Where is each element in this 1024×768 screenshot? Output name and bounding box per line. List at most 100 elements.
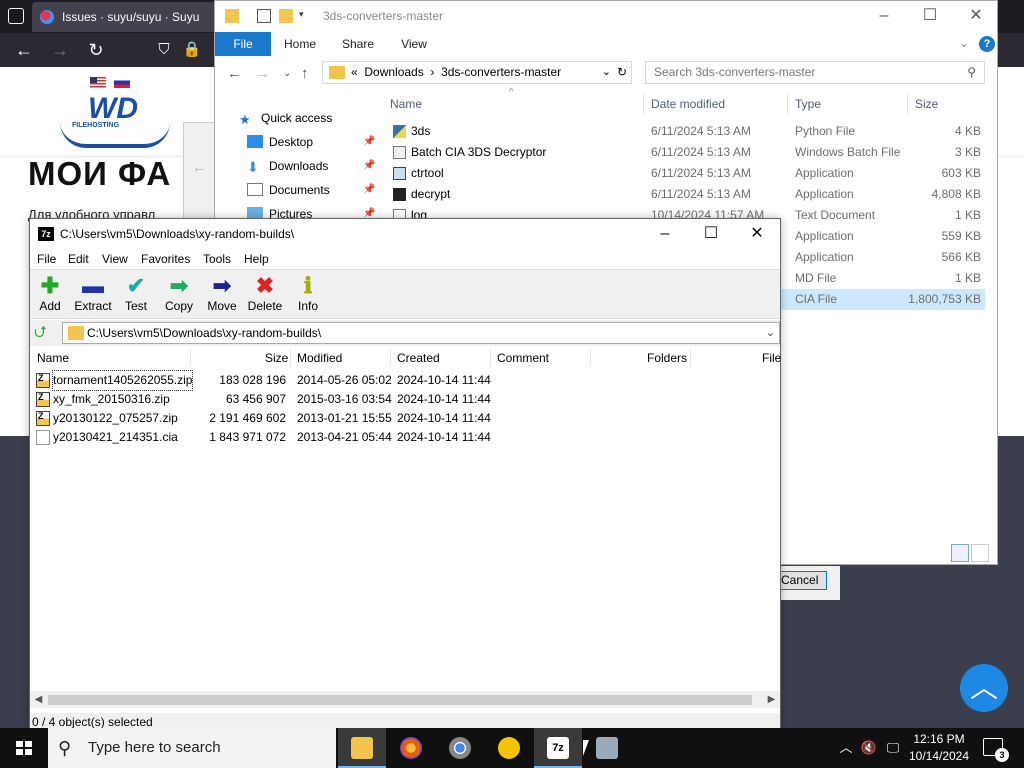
ru-flag-icon[interactable]: [114, 77, 130, 88]
file-row[interactable]: decrypt 6/11/2024 5:13 AM Application 4,…: [387, 184, 985, 205]
start-button[interactable]: [0, 728, 48, 768]
shield-icon[interactable]: ⛉: [152, 38, 176, 62]
reload-icon[interactable]: ↻: [84, 38, 108, 62]
horizontal-scrollbar[interactable]: ◀ ▶: [30, 691, 780, 708]
customize-quick-access-icon[interactable]: ▾: [299, 9, 313, 23]
show-hidden-icons[interactable]: ︿: [838, 728, 854, 768]
7zip-icon: 7z: [547, 737, 569, 759]
7zip-path-input[interactable]: C:\Users\vm5\Downloads\xy-random-builds\…: [62, 322, 780, 344]
delete-button[interactable]: ✖ Delete: [243, 273, 287, 317]
menu-help[interactable]: Help: [244, 249, 269, 269]
breadcrumb-overflow[interactable]: «: [351, 65, 358, 79]
close-icon[interactable]: ✕: [953, 5, 999, 27]
forward-icon[interactable]: →: [48, 38, 72, 62]
column-name[interactable]: Name: [390, 97, 422, 111]
breadcrumb-downloads[interactable]: Downloads: [364, 65, 423, 79]
menu-view[interactable]: View: [102, 249, 128, 269]
archive-row[interactable]: y20130421_214351.cia 1 843 971 072 2013-…: [30, 428, 780, 447]
column-comment[interactable]: Comment: [497, 348, 549, 368]
up-icon[interactable]: ↑: [301, 65, 309, 82]
pin-icon[interactable]: 📌: [363, 179, 375, 201]
taskbar-firefox[interactable]: [387, 728, 435, 768]
details-view-icon[interactable]: [951, 544, 969, 562]
column-created[interactable]: Created: [397, 348, 440, 368]
archive-row[interactable]: Z xy_fmk_20150316.zip 63 456 907 2015-03…: [30, 390, 780, 409]
nav-item-quick-access[interactable]: ★ Quick access: [239, 107, 332, 129]
column-size[interactable]: Size: [915, 97, 938, 111]
site-logo[interactable]: WD FILEHOSTING: [60, 92, 170, 152]
new-folder-icon[interactable]: [279, 9, 293, 23]
column-size[interactable]: Size: [265, 348, 288, 368]
minimize-icon[interactable]: –: [642, 219, 688, 249]
chevron-down-icon[interactable]: ⌄: [766, 323, 775, 343]
address-bar[interactable]: « Downloads › 3ds-converters-master ⌄ ↻: [322, 61, 632, 84]
network-icon[interactable]: 🖵: [884, 728, 902, 768]
chevron-down-icon[interactable]: ⌄: [602, 62, 611, 83]
nav-item-desktop[interactable]: Desktop 📌: [247, 131, 375, 153]
taskbar-yellow-app[interactable]: [485, 728, 533, 768]
scroll-left-icon[interactable]: ◀: [30, 691, 47, 708]
minimize-icon[interactable]: –: [861, 5, 907, 27]
file-row[interactable]: Batch CIA 3DS Decryptor 6/11/2024 5:13 A…: [387, 142, 985, 163]
close-icon[interactable]: ✕: [734, 219, 780, 249]
pin-icon[interactable]: 📌: [363, 155, 375, 177]
column-type[interactable]: Type: [795, 97, 821, 111]
lock-icon[interactable]: 🔒: [180, 38, 204, 62]
refresh-icon[interactable]: ↻: [617, 62, 627, 83]
browser-tab[interactable]: Issues · suyu/suyu · Suyu: [32, 2, 222, 32]
cancel-button[interactable]: Cancel: [779, 571, 827, 590]
volume-muted-icon[interactable]: 🔇: [860, 728, 878, 768]
maximize-icon[interactable]: ☐: [907, 5, 953, 27]
column-folders[interactable]: Folders: [647, 348, 687, 368]
extract-button[interactable]: ▬ Extract: [71, 273, 115, 317]
column-date-modified[interactable]: Date modified: [651, 97, 725, 111]
properties-icon[interactable]: [257, 9, 271, 23]
recent-locations-icon[interactable]: ⌄: [283, 68, 291, 79]
taskbar-file-explorer[interactable]: [338, 728, 386, 768]
us-flag-icon[interactable]: [90, 77, 106, 88]
info-button[interactable]: ℹ Info: [286, 273, 330, 317]
ribbon-tab-view[interactable]: View: [391, 32, 437, 56]
ribbon-tab-home[interactable]: Home: [277, 32, 323, 56]
menu-edit[interactable]: Edit: [68, 249, 89, 269]
menu-file[interactable]: File: [37, 249, 56, 269]
taskbar-search-input[interactable]: ⚲ Type here to search: [48, 728, 336, 768]
test-button[interactable]: ✔ Test: [114, 273, 158, 317]
menu-tools[interactable]: Tools: [203, 249, 231, 269]
explorer-search-input[interactable]: Search 3ds-converters-master ⚲: [645, 61, 985, 84]
scroll-to-top-button[interactable]: ︿: [960, 664, 1008, 712]
ribbon-tab-file[interactable]: File: [215, 32, 271, 56]
taskbar-chrome[interactable]: [436, 728, 484, 768]
move-button[interactable]: ➡ Move: [200, 273, 244, 317]
pin-icon[interactable]: 📌: [363, 131, 375, 153]
clock[interactable]: 12:16 PM 10/14/2024: [904, 731, 974, 765]
up-folder-icon[interactable]: ⮍: [34, 324, 52, 342]
add-button[interactable]: ✚ Add: [28, 273, 72, 317]
forward-icon[interactable]: →: [255, 65, 270, 82]
menu-favorites[interactable]: Favorites: [141, 249, 190, 269]
maximize-icon[interactable]: ☐: [688, 219, 734, 249]
chevron-down-icon[interactable]: ⌄: [959, 36, 969, 50]
tab-list-icon[interactable]: [8, 8, 24, 24]
help-icon[interactable]: ?: [979, 36, 995, 52]
column-name[interactable]: Name: [37, 348, 69, 368]
column-files[interactable]: File: [762, 348, 781, 368]
file-row[interactable]: 3ds 6/11/2024 5:13 AM Python File 4 KB: [387, 121, 985, 142]
archive-row[interactable]: Z tornament1405262055.zip 183 028 196 20…: [30, 370, 780, 391]
copy-button[interactable]: ➡ Copy: [157, 273, 201, 317]
scrollbar-thumb[interactable]: [48, 695, 752, 705]
back-icon[interactable]: ←: [12, 38, 36, 62]
scroll-right-icon[interactable]: ▶: [763, 691, 780, 708]
nav-item-downloads[interactable]: ⬇ Downloads 📌: [247, 155, 375, 177]
ribbon-tab-share[interactable]: Share: [335, 32, 381, 56]
back-icon[interactable]: ←: [227, 65, 242, 82]
breadcrumb-current[interactable]: 3ds-converters-master: [441, 65, 561, 79]
taskbar-7zip[interactable]: 7z: [534, 728, 582, 768]
archive-row[interactable]: Z y20130122_075257.zip 2 191 469 602 201…: [30, 409, 780, 428]
search-placeholder: Search 3ds-converters-master: [654, 65, 816, 79]
large-icons-view-icon[interactable]: [971, 544, 989, 562]
nav-item-documents[interactable]: Documents 📌: [247, 179, 375, 201]
notification-center-icon[interactable]: 3: [983, 738, 1009, 762]
file-row[interactable]: ctrtool 6/11/2024 5:13 AM Application 60…: [387, 163, 985, 184]
column-modified[interactable]: Modified: [297, 348, 342, 368]
